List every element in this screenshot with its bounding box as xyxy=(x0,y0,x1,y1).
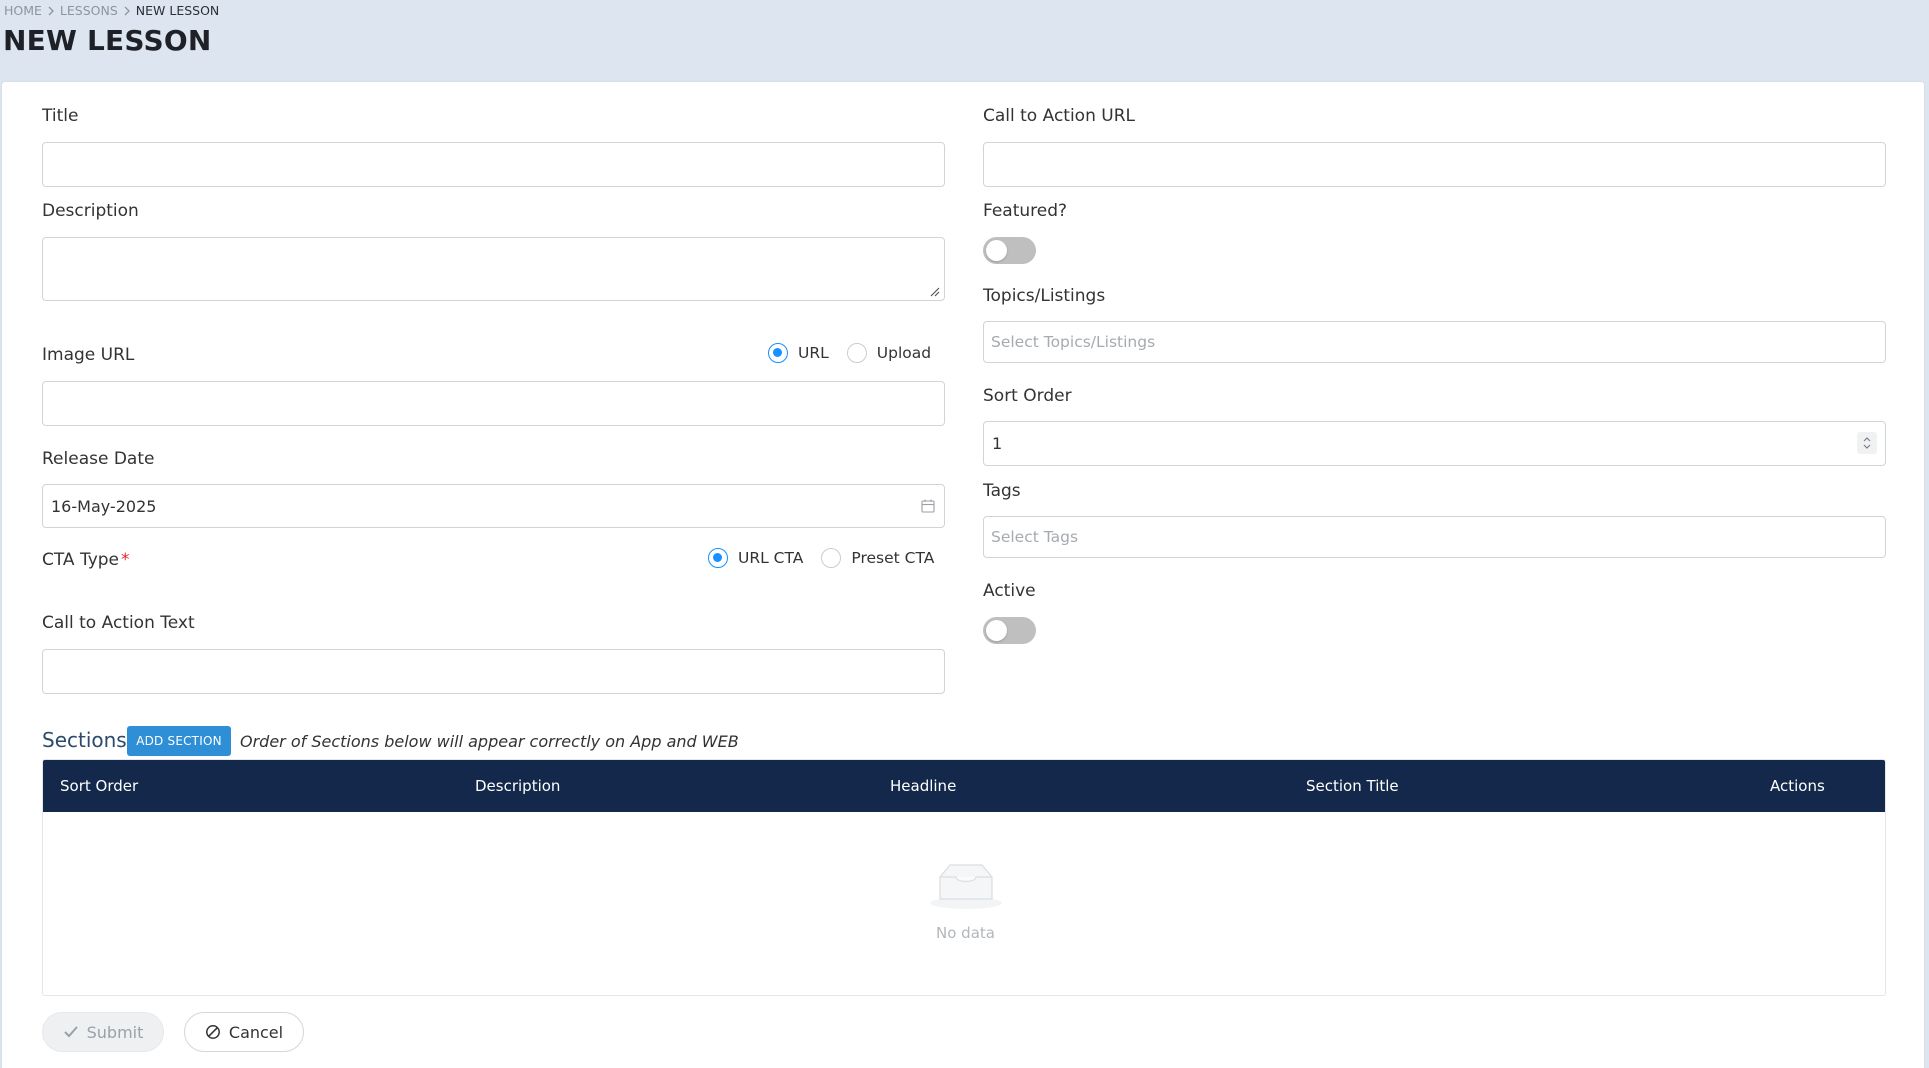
release-date-value: 16-May-2025 xyxy=(51,496,157,516)
col-section-title: Section Title xyxy=(1306,777,1399,795)
image-url-input[interactable] xyxy=(42,381,945,426)
title-label: Title xyxy=(42,106,79,126)
topics-placeholder: Select Topics/Listings xyxy=(991,333,1156,351)
featured-label: Featured? xyxy=(983,201,1068,221)
col-description: Description xyxy=(475,777,561,795)
empty-text: No data xyxy=(936,924,995,942)
cta-type-radio-group: URL CTA Preset CTA xyxy=(708,548,934,568)
col-sort-order: Sort Order xyxy=(60,777,139,795)
sort-order-value: 1 xyxy=(992,434,1003,453)
breadcrumb-current: NEW LESSON xyxy=(135,2,220,18)
col-actions: Actions xyxy=(1770,777,1825,795)
cta-url-input[interactable] xyxy=(983,142,1886,187)
add-section-button[interactable]: ADD SECTION xyxy=(127,726,231,756)
active-label: Active xyxy=(983,581,1036,601)
radio-preset-cta-label: Preset CTA xyxy=(851,549,935,567)
tags-select[interactable]: Select Tags xyxy=(983,516,1886,558)
sort-order-input[interactable]: 1 xyxy=(983,421,1886,466)
cta-url-label: Call to Action URL xyxy=(983,106,1135,126)
cta-text-label: Call to Action Text xyxy=(42,613,195,633)
sections-table: Sort Order Description Headline Section … xyxy=(42,759,1886,996)
breadcrumb: HOME LESSONS NEW LESSON xyxy=(4,2,219,18)
chevron-right-icon xyxy=(42,3,60,18)
active-toggle[interactable] xyxy=(983,617,1036,644)
cancel-button[interactable]: Cancel xyxy=(184,1012,304,1052)
radio-preset-cta[interactable]: Preset CTA xyxy=(821,548,934,568)
radio-url-cta[interactable]: URL CTA xyxy=(708,548,803,568)
sections-note: Order of Sections below will appear corr… xyxy=(240,732,739,751)
image-source-radio-group: URL Upload xyxy=(768,343,931,363)
toggle-knob xyxy=(986,240,1007,261)
submit-button[interactable]: Submit xyxy=(42,1012,164,1052)
topics-label: Topics/Listings xyxy=(983,286,1106,306)
description-label: Description xyxy=(42,201,139,221)
radio-url-label: URL xyxy=(798,344,829,362)
radio-url-dot[interactable] xyxy=(768,343,788,363)
radio-url-cta-label: URL CTA xyxy=(738,549,804,567)
col-headline: Headline xyxy=(890,777,957,795)
cta-text-input[interactable] xyxy=(42,649,945,694)
cta-type-label: CTA Type * xyxy=(42,550,130,570)
cancel-label: Cancel xyxy=(228,1022,284,1042)
radio-url[interactable]: URL xyxy=(768,343,829,363)
toggle-knob xyxy=(986,620,1007,641)
radio-upload-label: Upload xyxy=(876,344,932,362)
tags-placeholder: Select Tags xyxy=(991,528,1079,546)
inbox-empty-icon xyxy=(930,864,1002,909)
tags-label: Tags xyxy=(983,481,1021,501)
cancel-icon xyxy=(205,1025,220,1039)
calendar-icon xyxy=(921,499,935,513)
resize-grip-icon[interactable] xyxy=(928,285,940,297)
stepper-icon[interactable] xyxy=(1857,432,1877,454)
radio-upload[interactable]: Upload xyxy=(846,343,932,363)
breadcrumb-home[interactable]: HOME xyxy=(4,3,42,18)
breadcrumb-lessons[interactable]: LESSONS xyxy=(60,3,118,18)
chevron-right-icon xyxy=(118,3,136,18)
check-icon xyxy=(63,1026,78,1038)
radio-url-cta-dot[interactable] xyxy=(708,548,728,568)
submit-label: Submit xyxy=(86,1022,144,1042)
topics-select[interactable]: Select Topics/Listings xyxy=(983,321,1886,363)
sections-title: Sections xyxy=(42,728,127,752)
required-mark: * xyxy=(121,550,130,570)
image-url-label: Image URL xyxy=(42,345,135,365)
description-textarea[interactable] xyxy=(42,237,945,301)
sort-order-label: Sort Order xyxy=(983,386,1072,406)
title-input[interactable] xyxy=(42,142,945,187)
cta-type-label-text: CTA Type xyxy=(42,550,120,570)
release-date-picker[interactable]: 16-May-2025 xyxy=(42,484,945,528)
featured-toggle[interactable] xyxy=(983,237,1036,264)
radio-upload-dot[interactable] xyxy=(846,343,867,363)
radio-preset-cta-dot[interactable] xyxy=(821,548,842,568)
page-title: NEW LESSON xyxy=(3,24,212,57)
release-date-label: Release Date xyxy=(42,449,155,469)
form-card: Title Description Image URL URL Upload R… xyxy=(2,82,1924,1068)
table-header: Sort Order Description Headline Section … xyxy=(43,760,1885,812)
